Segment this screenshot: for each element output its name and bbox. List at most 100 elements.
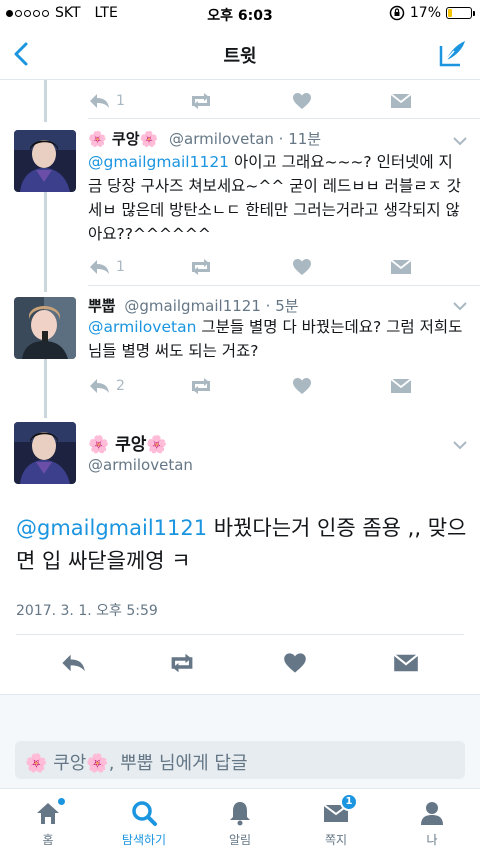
time-separator: · — [273, 130, 289, 148]
chevron-down-icon[interactable] — [452, 440, 468, 450]
retweet-action[interactable] — [188, 90, 214, 112]
tab-bar: 홈 탐색하기 알림 1 쪽지 나 — [0, 788, 480, 854]
author-handle: @armilovetan — [169, 130, 274, 148]
retweet-icon — [171, 653, 193, 673]
thread-line — [44, 80, 47, 122]
nav-bar: 트윗 — [0, 28, 480, 80]
tweet-time: 11분 — [288, 130, 322, 148]
author-name[interactable]: 뿌뿝 — [88, 297, 116, 315]
rotation-lock-icon — [389, 5, 405, 21]
battery-percent: 17% — [409, 5, 441, 21]
tweet[interactable]: 뿌뿝 @gmailgmail1121 · 5분 @armilovetan 그분들… — [0, 285, 480, 405]
reply-action[interactable]: 1 — [88, 90, 125, 112]
tab-notifications[interactable]: 알림 — [192, 799, 288, 848]
tab-messages[interactable]: 1 쪽지 — [288, 793, 384, 848]
divider — [16, 634, 464, 635]
flower-emoji: 🌸 — [146, 435, 168, 455]
main-tweet-actions — [0, 652, 480, 676]
reply-count: 1 — [116, 259, 125, 275]
envelope-icon — [390, 378, 412, 393]
dm-action[interactable] — [390, 256, 412, 278]
envelope-icon — [390, 93, 412, 108]
tweet-time: 5분 — [275, 297, 299, 315]
tweet-actions: 1 — [88, 256, 468, 280]
status-right: 17% — [389, 5, 475, 21]
envelope-icon: 1 — [322, 793, 358, 827]
avatar-image — [14, 130, 76, 192]
chevron-down-icon[interactable] — [452, 136, 468, 146]
flower-emoji: 🌸 — [25, 753, 48, 774]
like-action[interactable] — [292, 375, 312, 397]
author-handle: @armilovetan — [88, 456, 193, 474]
bell-icon — [226, 799, 254, 827]
section-gap — [0, 694, 480, 732]
tweet-actions: 1 — [88, 90, 468, 114]
retweet-action[interactable] — [188, 256, 214, 278]
tab-label: 탐색하기 — [121, 833, 167, 847]
reply-action[interactable]: 1 — [88, 256, 125, 278]
main-tweet: 🌸 쿠앙🌸 @armilovetan @gmailgmail1121 바꿨다는거… — [0, 418, 480, 694]
compose-feather-icon[interactable] — [438, 38, 468, 68]
page-title: 트윗 — [223, 46, 257, 67]
mention-link[interactable]: @gmailgmail1121 — [88, 153, 229, 171]
tweet[interactable]: 🌸 쿠앙🌸 @armilovetan · 11분 @gmailgmail1121… — [0, 118, 480, 288]
avatar[interactable] — [14, 130, 76, 192]
flower-emoji: 🌸 — [86, 753, 109, 774]
like-action[interactable] — [292, 90, 312, 112]
tab-label: 쪽지 — [324, 833, 348, 847]
reply-area: 🌸 쿠앙🌸, 뿌뿝 님에게 답글 — [0, 732, 480, 788]
flower-emoji: 🌸 — [139, 130, 159, 148]
dm-action[interactable] — [390, 375, 412, 397]
search-icon — [130, 799, 158, 827]
heart-icon — [293, 93, 311, 109]
reply-icon — [90, 94, 109, 108]
flower-emoji: 🌸 — [88, 130, 107, 148]
author-name[interactable]: 🌸 쿠앙🌸 — [88, 430, 168, 455]
author-handle: @gmailgmail1121 — [124, 297, 261, 315]
profile-icon — [418, 799, 446, 827]
reply-icon — [62, 654, 85, 672]
notification-dot — [57, 797, 66, 806]
tweet-header: 🌸 쿠앙🌸 @armilovetan · 11분 — [88, 128, 321, 149]
reply-action[interactable] — [60, 652, 86, 674]
reply-icon — [90, 260, 109, 274]
main-tweet-text: @gmailgmail1121 바꿨다는거 인증 좀용 ,, 맞으면 입 싸닫을… — [16, 512, 468, 578]
chevron-down-icon[interactable] — [452, 301, 468, 311]
avatar[interactable] — [14, 297, 76, 359]
mention-link[interactable]: @armilovetan — [88, 318, 196, 336]
tab-search[interactable]: 탐색하기 — [96, 799, 192, 848]
heart-icon — [293, 378, 311, 394]
reply-action[interactable]: 2 — [88, 375, 125, 397]
flower-emoji: 🌸 — [88, 435, 110, 455]
dm-action[interactable] — [390, 90, 412, 112]
reply-count: 1 — [116, 93, 125, 109]
tab-label: 알림 — [228, 833, 252, 847]
reply-input[interactable]: 🌸 쿠앙🌸, 뿌뿝 님에게 답글 — [15, 741, 465, 779]
author-name[interactable]: 🌸 쿠앙🌸 — [88, 130, 158, 148]
reply-placeholder: , 뿌뿝 님에게 답글 — [108, 753, 248, 774]
author-handle-text: @armilovetan — [88, 456, 193, 474]
retweet-action[interactable] — [167, 652, 197, 674]
avatar[interactable] — [14, 422, 76, 484]
tab-label: 홈 — [42, 833, 54, 847]
like-action[interactable] — [292, 256, 312, 278]
reply-icon — [90, 379, 109, 393]
retweet-action[interactable] — [188, 375, 214, 397]
envelope-icon — [390, 259, 412, 274]
retweet-icon — [192, 93, 210, 109]
reply-count: 2 — [116, 378, 125, 394]
dm-action[interactable] — [393, 652, 419, 674]
mention-link[interactable]: @gmailgmail1121 — [16, 516, 207, 540]
tab-profile[interactable]: 나 — [384, 799, 480, 848]
message-badge: 1 — [340, 793, 358, 811]
tab-home[interactable]: 홈 — [0, 797, 96, 848]
time-separator: · — [260, 297, 276, 315]
author-name-text: 쿠앙 — [111, 130, 140, 148]
retweet-icon — [192, 378, 210, 394]
reply-target-name: 쿠앙 — [53, 753, 87, 774]
home-icon — [34, 797, 66, 827]
like-action[interactable] — [283, 652, 307, 674]
avatar-image — [14, 297, 76, 359]
heart-icon — [284, 653, 306, 673]
envelope-icon — [393, 653, 419, 672]
